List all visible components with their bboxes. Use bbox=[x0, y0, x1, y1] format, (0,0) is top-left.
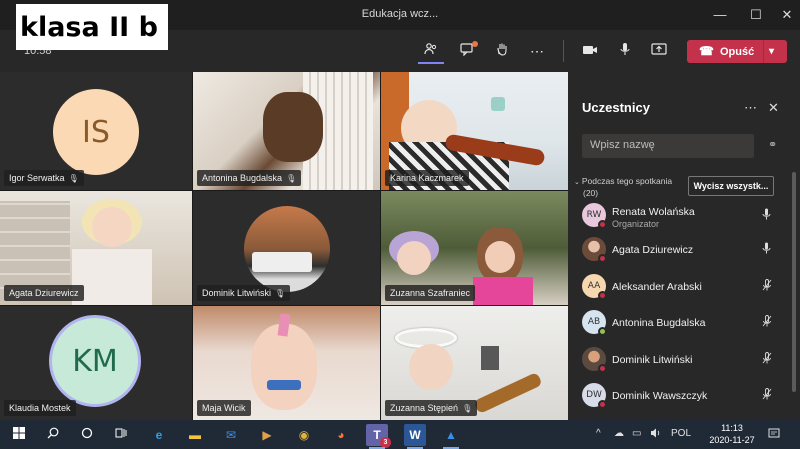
participant-name: Dominik Litwiński bbox=[612, 354, 693, 366]
participant-search-input[interactable]: Wpisz nazwę bbox=[582, 134, 754, 158]
avatar: IS bbox=[53, 89, 139, 175]
media-icon[interactable]: ▶ bbox=[256, 424, 278, 446]
word-icon[interactable]: W bbox=[404, 424, 426, 449]
raise-hand-icon[interactable] bbox=[489, 38, 515, 64]
participant-name-tag: Maja Wicik bbox=[197, 400, 251, 416]
edge-icon[interactable]: e bbox=[148, 424, 170, 446]
mic-off-icon: 🎙 bbox=[68, 174, 79, 183]
taskview-icon[interactable] bbox=[110, 424, 132, 446]
folder-icon[interactable]: ▬ bbox=[184, 424, 206, 446]
video-tile[interactable]: Zuzanna Stępień 🎙 bbox=[381, 306, 568, 420]
search-icon[interactable] bbox=[42, 424, 64, 446]
mic-off-icon: 🎙 bbox=[275, 289, 286, 298]
network-icon[interactable]: ▭ bbox=[632, 428, 641, 439]
circle-icon[interactable] bbox=[76, 424, 98, 446]
mic-off-icon bbox=[762, 352, 772, 367]
controls-divider bbox=[563, 40, 564, 62]
video-tile[interactable]: KM Klaudia Mostek bbox=[0, 306, 192, 420]
participant-name-tag: Igor Serwatka 🎙 bbox=[4, 170, 84, 186]
mute-all-button[interactable]: Wycisz wszystk... bbox=[688, 176, 774, 196]
presence-status bbox=[598, 291, 607, 300]
mic-off-icon bbox=[762, 388, 772, 403]
close-window-button[interactable]: ✕ bbox=[770, 4, 800, 26]
participants-icon[interactable] bbox=[418, 38, 444, 64]
windows-taskbar: e ▬ ✉ ▶ ◉ ◕ T 3 W ▲ ^ ☁ ▭ POL 11:13 2020… bbox=[0, 420, 800, 449]
video-tile[interactable]: Antonina Bugdalska 🎙 bbox=[193, 72, 380, 190]
onedrive-icon[interactable]: ☁ bbox=[614, 428, 624, 439]
video-tile[interactable]: Agata Dziurewicz bbox=[0, 191, 192, 305]
volume-icon[interactable] bbox=[650, 428, 662, 440]
phone-hangup-icon: ☎ bbox=[699, 44, 714, 58]
leave-button[interactable]: ☎ Opuść ▾ bbox=[687, 40, 787, 63]
participant-name-tag: Zuzanna Stępień 🎙 bbox=[385, 400, 478, 416]
video-tile[interactable]: Maja Wicik bbox=[193, 306, 380, 420]
camera-icon[interactable] bbox=[577, 38, 603, 64]
participant-name-tag: Dominik Litwiński 🎙 bbox=[197, 285, 291, 301]
chat-icon[interactable] bbox=[454, 38, 480, 64]
language-indicator[interactable]: POL bbox=[671, 428, 691, 439]
chrome-icon[interactable]: ◉ bbox=[293, 424, 315, 446]
participant-name: Renata Wolańska bbox=[612, 206, 695, 218]
video-tile[interactable]: Zuzanna Szafranieс bbox=[381, 191, 568, 305]
participant-name-tag: Agata Dziurewicz bbox=[4, 285, 84, 301]
video-tile[interactable]: Karina Kaczmarek bbox=[381, 72, 568, 190]
minimize-button[interactable]: — bbox=[703, 4, 737, 26]
share-screen-icon[interactable] bbox=[646, 38, 672, 64]
participant-name-tag: Zuzanna Szafranieс bbox=[385, 285, 476, 301]
mic-icon[interactable] bbox=[612, 38, 638, 64]
mic-icon bbox=[762, 208, 771, 223]
presence-status bbox=[598, 400, 607, 409]
presence-status bbox=[598, 254, 607, 263]
mic-off-icon bbox=[762, 315, 772, 330]
mic-icon bbox=[762, 242, 771, 257]
mic-off-icon bbox=[762, 279, 772, 294]
presence-status bbox=[598, 364, 607, 373]
class-label: klasa II b bbox=[16, 4, 168, 50]
presence-status bbox=[598, 220, 607, 229]
panel-scrollbar[interactable] bbox=[792, 172, 796, 392]
share-link-icon[interactable]: ⚭ bbox=[768, 138, 777, 151]
participant-name: Dominik Wawszczyk bbox=[612, 390, 708, 402]
panel-more-button[interactable]: ⋯ bbox=[744, 100, 757, 116]
participant-role: Organizator bbox=[612, 219, 660, 229]
notification-badge: 3 bbox=[380, 437, 391, 448]
maximize-button[interactable]: ☐ bbox=[739, 4, 773, 26]
chevron-down-icon[interactable]: ▾ bbox=[769, 40, 774, 63]
more-actions-button[interactable]: ⋯ bbox=[524, 38, 550, 64]
teams-window: Edukacja wcz... — ☐ ✕ klasa II b 10:58 ⋯ bbox=[0, 0, 800, 449]
system-clock[interactable]: 11:13 2020-11-27 bbox=[706, 422, 758, 446]
participant-item[interactable]: Agata Dziurewicz bbox=[582, 234, 782, 268]
photos-icon[interactable]: ▲ bbox=[440, 424, 462, 449]
participant-name-tag: Karina Kaczmarek bbox=[385, 170, 469, 186]
participant-item[interactable]: AB Antonina Bugdalska bbox=[582, 307, 782, 341]
participant-name: Aleksander Arabski bbox=[612, 281, 702, 293]
leave-label: Opuść bbox=[719, 46, 755, 58]
mic-off-icon: 🎙 bbox=[286, 174, 297, 183]
video-tile[interactable]: IS Igor Serwatka 🎙 bbox=[0, 72, 192, 190]
chevron-down-icon: ⌄ bbox=[574, 179, 580, 186]
tray-chevron-icon[interactable]: ^ bbox=[596, 428, 601, 439]
panel-title: Uczestnicy bbox=[582, 100, 650, 115]
avatar: KM bbox=[49, 315, 141, 407]
participant-name-tag: Klaudia Mostek bbox=[4, 400, 76, 416]
presence-status bbox=[598, 327, 607, 336]
video-grid: IS Igor Serwatka 🎙 Antonina Bugdalska 🎙 Ka… bbox=[0, 72, 568, 420]
firefox-icon[interactable]: ◕ bbox=[330, 424, 352, 446]
participant-name: Antonina Bugdalska bbox=[612, 317, 706, 329]
teams-icon[interactable]: T 3 bbox=[366, 424, 391, 449]
participant-name: Agata Dziurewicz bbox=[612, 244, 694, 256]
windows-icon[interactable] bbox=[8, 424, 30, 446]
mic-off-icon: 🎙 bbox=[462, 404, 473, 413]
participant-item[interactable]: Dominik Litwiński bbox=[582, 344, 782, 378]
participant-item[interactable]: AA Aleksander Arabski bbox=[582, 271, 782, 305]
participant-item[interactable]: RW Renata Wolańska Organizator bbox=[582, 200, 782, 234]
participants-panel: Uczestnicy ⋯ ✕ Wpisz nazwę ⚭ ⌄ Podczas te… bbox=[568, 72, 800, 420]
video-tile[interactable]: Dominik Litwiński 🎙 bbox=[193, 191, 380, 305]
notifications-icon[interactable] bbox=[768, 428, 780, 442]
participant-item[interactable]: DW Dominik Wawszczyk bbox=[582, 380, 782, 414]
section-header[interactable]: ⌄ Podczas tego spotkania (20) bbox=[574, 176, 672, 199]
participant-name-tag: Antonina Bugdalska 🎙 bbox=[197, 170, 302, 186]
close-panel-button[interactable]: ✕ bbox=[768, 100, 779, 116]
mail-icon[interactable]: ✉ bbox=[220, 424, 242, 446]
